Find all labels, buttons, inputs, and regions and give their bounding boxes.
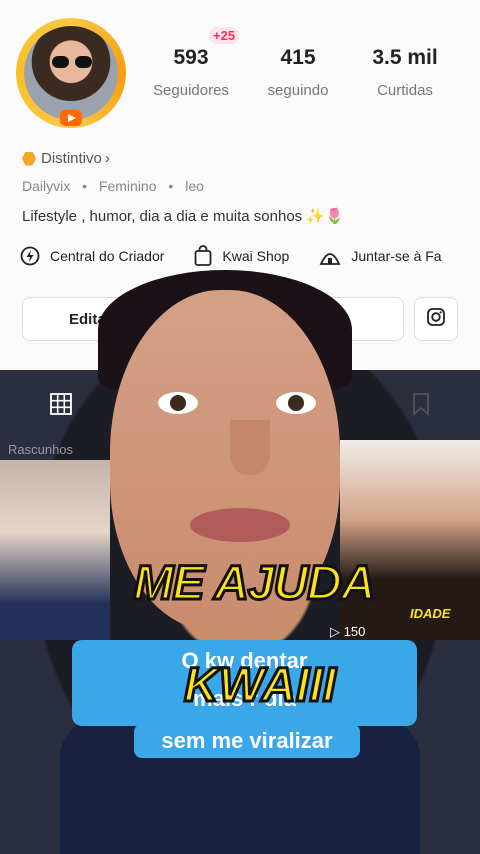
- tent-icon: [319, 253, 341, 265]
- new-followers-badge: +25: [209, 27, 240, 44]
- creator-center-label: Central do Criador: [50, 248, 165, 264]
- likes-label: Curtidas: [377, 82, 433, 99]
- instagram-icon: [427, 308, 445, 326]
- followers-count: 593: [173, 46, 209, 69]
- overlay-title: ME AJUDA: [132, 556, 377, 612]
- creator-center-link[interactable]: Central do Criador: [20, 245, 164, 267]
- likes-stat[interactable]: 3.5 mil Curtidas: [350, 46, 460, 99]
- join-fan-label: Juntar-se à Fa: [351, 248, 442, 264]
- followers-label: Seguidores: [153, 82, 229, 99]
- join-fan-link[interactable]: Juntar-se à Fa: [319, 245, 442, 267]
- lips-graphic: [190, 508, 290, 542]
- meta-sign: leo: [185, 178, 204, 194]
- badge-link[interactable]: Distintivo ›: [22, 150, 110, 167]
- thumbnail-left[interactable]: [0, 460, 110, 640]
- kwai-shop-label: Kwai Shop: [222, 248, 290, 264]
- avatar[interactable]: [16, 18, 126, 128]
- likes-count: 3.5 mil: [372, 46, 438, 69]
- grid-icon[interactable]: [49, 392, 73, 416]
- view-count: ▷ 150: [330, 624, 366, 639]
- meta-gender: Feminino: [98, 178, 157, 194]
- badge-hexagon-icon: [22, 151, 36, 166]
- profile-meta: Dailyvix • Feminino • leo: [22, 178, 212, 194]
- instagram-button[interactable]: [414, 297, 458, 341]
- view-count-value: 150: [343, 624, 366, 639]
- bio-text: Lifestyle , humor, dia a dia e muita son…: [22, 208, 344, 225]
- shopping-bag-icon: [194, 245, 212, 266]
- nose-graphic: [230, 420, 270, 475]
- following-count: 415: [280, 46, 316, 69]
- lightning-icon: [20, 246, 40, 266]
- followers-stat[interactable]: 593 Seguidores: [136, 46, 246, 99]
- chevron-right-icon: ›: [104, 150, 110, 167]
- meta-separator: •: [168, 178, 174, 194]
- sunglasses-graphic: [52, 56, 92, 68]
- avatar-photo: [24, 26, 118, 120]
- creator-links: Central do Criador Kwai Shop Juntar-se à…: [20, 245, 442, 267]
- following-label: seguindo: [267, 82, 329, 99]
- live-play-icon: [60, 110, 82, 126]
- meta-separator: •: [82, 178, 88, 194]
- kwai-shop-link[interactable]: Kwai Shop: [194, 245, 289, 267]
- overlay-subtitle: KWAIII: [183, 658, 338, 714]
- bookmark-icon[interactable]: [410, 392, 432, 416]
- following-stat[interactable]: 415 seguindo: [243, 46, 353, 99]
- meta-username: Dailyvix: [22, 178, 71, 194]
- profile-tabs: [0, 380, 480, 428]
- badge-label: Distintivo: [41, 150, 102, 167]
- caption-line-3: sem me viralizar: [134, 724, 360, 758]
- drafts-label[interactable]: Rascunhos: [8, 442, 73, 457]
